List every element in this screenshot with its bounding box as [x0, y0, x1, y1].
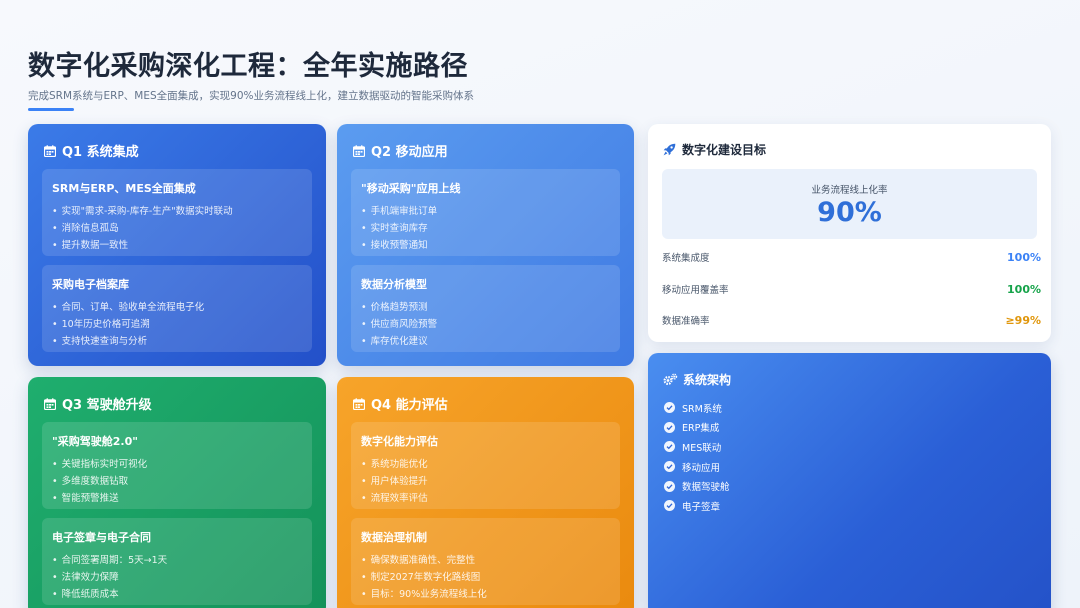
initiative-bullet: • 实时查询库存	[361, 223, 428, 234]
check-circle-icon	[664, 402, 675, 414]
initiative-bullet: • 降低纸质成本	[52, 589, 119, 600]
metric-row: 移动应用覆盖率 100%	[662, 282, 1041, 297]
initiative-bullet: • 智能预警推送	[52, 493, 119, 504]
list-item: SRM系统	[664, 398, 730, 418]
initiative-bullet: • 流程效率评估	[361, 493, 428, 504]
initiative-bullet: • 多维度数据钻取	[52, 476, 129, 487]
check-circle-icon	[664, 421, 675, 433]
initiative-title: 采购电子档案库	[52, 278, 129, 291]
check-circle-icon	[664, 480, 675, 492]
list-item: 移动应用	[664, 457, 730, 477]
quarter-title: Q2 移动应用	[371, 145, 448, 160]
calendar-icon	[353, 397, 365, 410]
initiative-panel: 数据治理机制 • 确保数据准确性、完整性 • 制定2027年数字化路线图 • 目标：9…	[351, 518, 620, 605]
architecture-item-label: SRM系统	[682, 403, 722, 415]
quarter-title: Q3 驾驶舱升级	[62, 398, 152, 413]
calendar-icon	[44, 144, 56, 157]
initiative-panel: SRM与ERP、MES全面集成 • 实现"需求-采购-库存-生产"数据实时联动 •…	[42, 169, 312, 256]
metric-row: 系统集成度 100%	[662, 250, 1041, 265]
page-subtitle: 完成SRM系统与ERP、MES全面集成，实现90%业务流程线上化，建立数据驱动的…	[28, 90, 474, 102]
initiative-bullet: • 系统功能优化	[361, 459, 428, 470]
initiative-bullet: • 制定2027年数字化路线图	[361, 572, 481, 583]
list-item: 电子签章	[664, 496, 730, 516]
initiative-panel: 电子签章与电子合同 • 合同签署周期：5天→1天 • 法律效力保障 • 降低纸质成本	[42, 518, 312, 605]
initiative-title: 电子签章与电子合同	[52, 531, 151, 544]
initiative-bullet: • 提升数据一致性	[52, 240, 129, 251]
initiative-bullet: • 关键指标实时可视化	[52, 459, 148, 470]
architecture-list: SRM系统 ERP集成 MES联动 移动应用 数据驾驶舱 电子签章	[664, 398, 730, 516]
metric-label: 移动应用覆盖率	[662, 285, 729, 296]
architecture-title: 系统架构	[683, 373, 732, 387]
metric-value: 100%	[1007, 250, 1041, 264]
architecture-item-label: ERP集成	[682, 423, 720, 435]
quarter-card-q3: Q3 驾驶舱升级 "采购驾驶舱2.0" • 关键指标实时可视化 • 多维度数据钻取 …	[28, 377, 326, 608]
architecture-item-label: MES联动	[682, 442, 722, 454]
initiative-bullet: • 消除信息孤岛	[52, 223, 119, 234]
initiative-title: "移动采购"应用上线	[361, 182, 461, 195]
check-circle-icon	[664, 461, 675, 473]
initiative-title: 数字化能力评估	[361, 435, 438, 448]
architecture-card: 系统架构 SRM系统 ERP集成 MES联动 移动应用 数据驾驶舱 电子签章	[648, 353, 1051, 608]
initiative-bullet: • 目标：90%业务流程线上化	[361, 589, 487, 600]
initiative-bullet: • 接收预警通知	[361, 240, 428, 251]
quarter-card-q4: Q4 能力评估 数字化能力评估 • 系统功能优化 • 用户体验提升 • 流程效率评估 …	[337, 377, 634, 608]
metric-value: ≥99%	[1005, 313, 1041, 327]
calendar-icon	[353, 144, 365, 157]
metric-label: 数据准确率	[662, 316, 710, 327]
initiative-panel: 数字化能力评估 • 系统功能优化 • 用户体验提升 • 流程效率评估	[351, 422, 620, 509]
initiative-bullet: • 用户体验提升	[361, 476, 428, 487]
list-item: 数据驾驶舱	[664, 476, 730, 496]
initiative-bullet: • 手机端审批订单	[361, 206, 438, 217]
list-item: ERP集成	[664, 418, 730, 438]
initiative-panel: 数据分析模型 • 价格趋势预测 • 供应商风险预警 • 库存优化建议	[351, 265, 620, 352]
goals-title: 数字化建设目标	[682, 143, 767, 157]
kpi-highlight: 业务流程线上化率 90%	[662, 169, 1037, 239]
initiative-bullet: • 合同签署周期：5天→1天	[52, 555, 168, 566]
title-underline	[28, 108, 74, 111]
quarter-header: Q2 移动应用	[353, 141, 448, 160]
calendar-icon	[44, 397, 56, 410]
initiative-title: 数据分析模型	[361, 278, 427, 291]
kpi-value: 90%	[817, 197, 882, 228]
metric-row: 数据准确率 ≥99%	[662, 313, 1041, 328]
initiative-bullet: • 价格趋势预测	[361, 302, 428, 313]
quarter-header: Q4 能力评估	[353, 394, 448, 413]
architecture-item-label: 移动应用	[682, 462, 721, 474]
initiative-bullet: • 实现"需求-采购-库存-生产"数据实时联动	[52, 206, 233, 217]
initiative-bullet: • 法律效力保障	[52, 572, 119, 583]
initiative-panel: "采购驾驶舱2.0" • 关键指标实时可视化 • 多维度数据钻取 • 智能预警推送	[42, 422, 312, 509]
quarter-header: Q1 系统集成	[44, 141, 139, 160]
initiative-bullet: • 供应商风险预警	[361, 319, 438, 330]
architecture-item-label: 数据驾驶舱	[682, 482, 730, 494]
quarter-title: Q4 能力评估	[371, 398, 448, 413]
initiative-title: SRM与ERP、MES全面集成	[52, 182, 196, 195]
quarter-card-q1: Q1 系统集成 SRM与ERP、MES全面集成 • 实现"需求-采购-库存-生产"…	[28, 124, 326, 366]
rocket-icon	[663, 143, 676, 156]
list-item: MES联动	[664, 437, 730, 457]
page-title: 数字化采购深化工程：全年实施路径	[28, 51, 468, 82]
check-circle-icon	[664, 441, 675, 453]
cogs-icon	[663, 373, 678, 386]
initiative-panel: 采购电子档案库 • 合同、订单、验收单全流程电子化 • 10年历史价格可追溯 • 支持…	[42, 265, 312, 352]
architecture-item-label: 电子签章	[682, 501, 721, 513]
goals-header: 数字化建设目标	[663, 141, 766, 158]
quarter-title: Q1 系统集成	[62, 145, 139, 160]
goals-card: 数字化建设目标 业务流程线上化率 90% 系统集成度 100% 移动应用覆盖率 …	[648, 124, 1051, 342]
architecture-header: 系统架构	[663, 371, 731, 388]
initiative-title: "采购驾驶舱2.0"	[52, 435, 138, 448]
initiative-panel: "移动采购"应用上线 • 手机端审批订单 • 实时查询库存 • 接收预警通知	[351, 169, 620, 256]
initiative-bullet: • 确保数据准确性、完整性	[361, 555, 476, 566]
check-circle-icon	[664, 500, 675, 512]
kpi-label: 业务流程线上化率	[811, 185, 888, 196]
metric-value: 100%	[1007, 282, 1041, 296]
quarter-card-q2: Q2 移动应用 "移动采购"应用上线 • 手机端审批订单 • 实时查询库存 • 接收预…	[337, 124, 634, 366]
quarter-header: Q3 驾驶舱升级	[44, 394, 152, 413]
initiative-title: 数据治理机制	[361, 531, 427, 544]
initiative-bullet: • 支持快速查询与分析	[52, 336, 148, 347]
initiative-bullet: • 库存优化建议	[361, 336, 428, 347]
metric-label: 系统集成度	[662, 253, 710, 264]
initiative-bullet: • 10年历史价格可追溯	[52, 319, 150, 330]
initiative-bullet: • 合同、订单、验收单全流程电子化	[52, 302, 205, 313]
